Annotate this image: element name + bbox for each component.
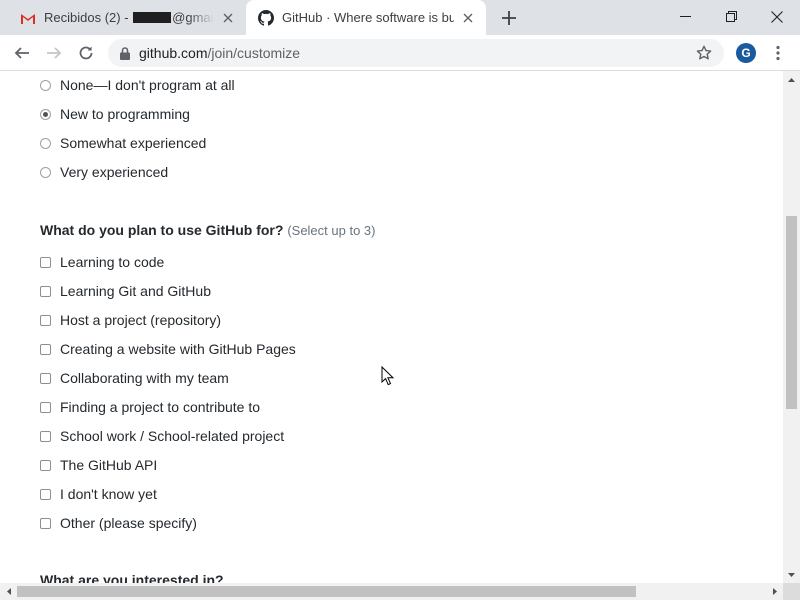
gmail-icon: [20, 10, 36, 26]
plan-option[interactable]: Learning to code: [40, 252, 164, 272]
checkbox[interactable]: [40, 430, 51, 442]
plan-hint: (Select up to 3): [287, 223, 376, 238]
horizontal-scroll-thumb[interactable]: [17, 586, 636, 597]
radio-button[interactable]: [40, 166, 51, 178]
redacted-email: [133, 12, 172, 23]
profile-avatar[interactable]: G: [736, 43, 756, 63]
tab-close-icon[interactable]: [220, 10, 236, 26]
option-label: New to programming: [60, 106, 190, 122]
tab-title: Recibidos (2) - @gmail.co: [44, 10, 214, 25]
plan-option[interactable]: I don't know yet: [40, 484, 157, 504]
plan-option[interactable]: Collaborating with my team: [40, 368, 229, 388]
lock-icon[interactable]: [120, 46, 130, 60]
option-label: Learning to code: [60, 254, 165, 270]
option-label: School work / School-related project: [60, 428, 285, 444]
plan-option[interactable]: Host a project (repository): [40, 310, 221, 330]
plan-heading-text: What do you plan to use GitHub for?: [40, 222, 284, 238]
option-label: Finding a project to contribute to: [60, 399, 261, 415]
option-label: Somewhat experienced: [60, 135, 207, 151]
reload-icon[interactable]: [72, 39, 100, 67]
tab-github[interactable]: GitHub · Where software is built: [246, 0, 486, 35]
plan-option[interactable]: Creating a website with GitHub Pages: [40, 339, 296, 359]
scroll-down-arrow-icon[interactable]: [783, 566, 800, 583]
radio-button[interactable]: [40, 137, 51, 149]
tab-strip: Recibidos (2) - @gmail.co GitHub · Where…: [0, 0, 800, 35]
experience-option[interactable]: New to programming: [40, 104, 190, 124]
checkbox[interactable]: [40, 372, 51, 384]
checkbox[interactable]: [40, 256, 51, 268]
option-label: Host a project (repository): [60, 312, 222, 328]
plan-option[interactable]: Learning Git and GitHub: [40, 281, 211, 301]
checkbox[interactable]: [40, 459, 51, 471]
github-icon: [258, 9, 274, 26]
option-label: The GitHub API: [60, 457, 158, 473]
vertical-scrollbar[interactable]: [783, 71, 800, 583]
address-bar[interactable]: github.com/join/customize: [108, 39, 724, 67]
checkbox[interactable]: [40, 314, 51, 326]
scroll-left-arrow-icon[interactable]: [0, 583, 17, 600]
plan-heading: What do you plan to use GitHub for? (Sel…: [40, 222, 375, 238]
tab-gmail[interactable]: Recibidos (2) - @gmail.co: [8, 0, 246, 35]
minimize-icon[interactable]: [662, 0, 708, 33]
vertical-scroll-thumb[interactable]: [786, 216, 797, 409]
experience-option[interactable]: Very experienced: [40, 162, 168, 182]
checkbox[interactable]: [40, 517, 51, 529]
option-label: Other (please specify): [60, 515, 197, 531]
interests-heading: What are you interested in?: [40, 572, 224, 583]
option-label: Very experienced: [60, 164, 169, 180]
tab-title: GitHub · Where software is built: [282, 10, 454, 25]
option-label: Collaborating with my team: [60, 370, 229, 386]
scroll-up-arrow-icon[interactable]: [783, 71, 800, 88]
option-label: Learning Git and GitHub: [60, 283, 211, 299]
back-arrow-icon[interactable]: [8, 39, 36, 67]
window-close-icon[interactable]: [754, 0, 800, 33]
scrollbar-corner: [783, 583, 800, 600]
scroll-right-arrow-icon[interactable]: [766, 583, 783, 600]
restore-icon[interactable]: [708, 0, 754, 33]
checkbox[interactable]: [40, 401, 51, 413]
option-label: None—I don't program at all: [60, 77, 235, 93]
option-label: Creating a website with GitHub Pages: [60, 341, 296, 357]
horizontal-scrollbar[interactable]: [0, 583, 783, 600]
option-label: I don't know yet: [60, 486, 157, 502]
plan-option[interactable]: Other (please specify): [40, 513, 197, 533]
tab-close-icon[interactable]: [460, 10, 476, 26]
plan-option[interactable]: The GitHub API: [40, 455, 157, 475]
kebab-menu-icon[interactable]: [770, 41, 786, 65]
browser-toolbar: github.com/join/customize G: [0, 35, 800, 71]
plan-option[interactable]: Finding a project to contribute to: [40, 397, 260, 417]
bookmark-star-icon[interactable]: [692, 41, 716, 65]
plan-option[interactable]: School work / School-related project: [40, 426, 284, 446]
url-text: github.com/join/customize: [139, 45, 301, 61]
radio-button-selected[interactable]: [40, 108, 51, 120]
checkbox[interactable]: [40, 488, 51, 500]
experience-option[interactable]: None—I don't program at all: [40, 75, 235, 95]
experience-option[interactable]: Somewhat experienced: [40, 133, 206, 153]
checkbox[interactable]: [40, 285, 51, 297]
forward-arrow-icon[interactable]: [40, 39, 68, 67]
new-tab-icon[interactable]: [499, 8, 519, 28]
radio-button[interactable]: [40, 79, 51, 91]
page-viewport: None—I don't program at all New to progr…: [0, 71, 783, 583]
checkbox[interactable]: [40, 343, 51, 355]
